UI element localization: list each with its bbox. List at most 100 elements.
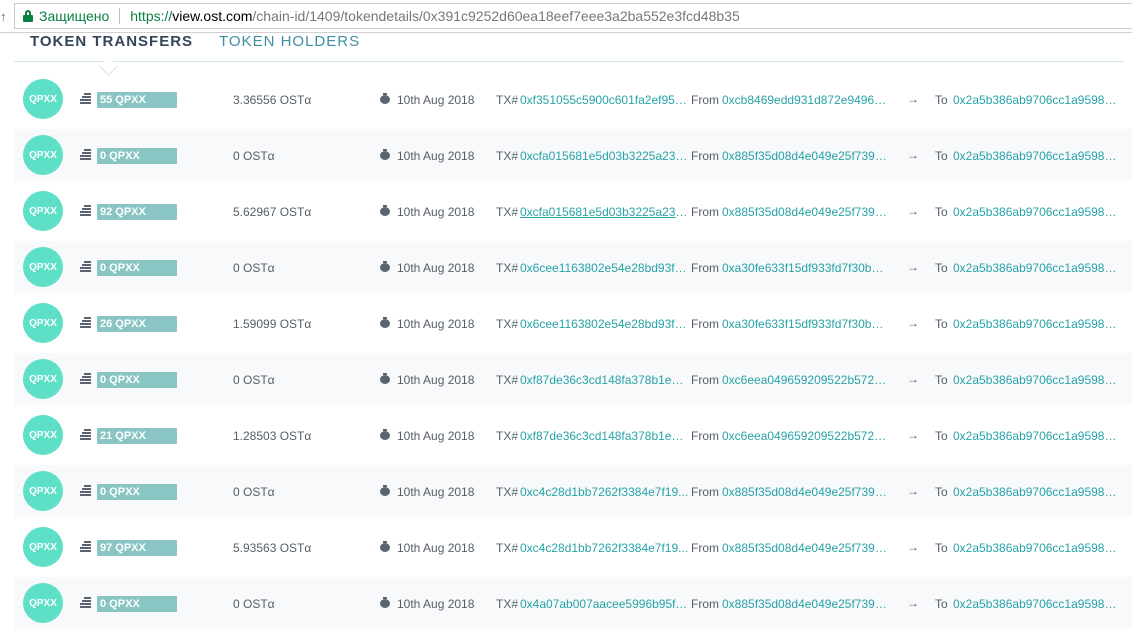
tx-hash-link[interactable]: 0xf351055c5900c601fa2ef955...: [520, 93, 690, 107]
ost-amount: 1.59099 OSTα: [233, 317, 312, 331]
to-label: To: [935, 597, 948, 611]
tx-hash-link[interactable]: 0x6cee1163802e54e28bd93f4...: [520, 261, 690, 275]
token-avatar: QPXX: [23, 191, 63, 231]
tx-label: TX#: [496, 373, 519, 387]
transfer-date: 10th Aug 2018: [397, 485, 475, 499]
token-avatar: QPXX: [23, 303, 63, 343]
ost-amount: 0 OSTα: [233, 485, 275, 499]
to-label: To: [935, 261, 948, 275]
right-arrow-icon: →: [907, 148, 919, 162]
ost-amount: 5.62967 OSTα: [233, 205, 312, 219]
from-address-link[interactable]: 0x885f35d08d4e049e25f7390...: [722, 149, 890, 163]
block-stack-icon: [80, 205, 91, 217]
tx-hash-link[interactable]: 0x6cee1163802e54e28bd93f4...: [520, 317, 690, 331]
tab-token-transfers[interactable]: TOKEN TRANSFERS: [30, 33, 193, 50]
to-address-link[interactable]: 0x2a5b386ab9706cc1a9598ea...: [953, 93, 1121, 107]
from-label: From: [691, 485, 719, 499]
from-address-link[interactable]: 0x885f35d08d4e049e25f7390...: [722, 485, 890, 499]
to-label: To: [935, 149, 948, 163]
ost-amount: 0 OSTα: [233, 149, 275, 163]
transfer-date: 10th Aug 2018: [397, 93, 475, 107]
tab-token-holders[interactable]: TOKEN HOLDERS: [219, 33, 360, 50]
to-address-link[interactable]: 0x2a5b386ab9706cc1a9598ea...: [953, 317, 1121, 331]
right-arrow-icon: →: [907, 596, 919, 610]
back-arrow-icon[interactable]: ↑: [0, 0, 12, 32]
from-address-link[interactable]: 0xc6eea049659209522b572ad...: [722, 373, 890, 387]
block-stack-icon: [80, 429, 91, 441]
from-address-link[interactable]: 0x885f35d08d4e049e25f7390...: [722, 541, 890, 555]
from-address-link[interactable]: 0xcb8469edd931d872e94969...: [722, 93, 890, 107]
tx-hash-link[interactable]: 0xc4c28d1bb7262f3384e7f19...: [520, 541, 690, 555]
from-address-link[interactable]: 0xa30fe633f15df933fd7f30bac...: [722, 261, 890, 275]
token-amount-badge: 21 QPXX: [97, 428, 177, 444]
token-amount-badge: 0 QPXX: [97, 260, 177, 276]
from-address-link[interactable]: 0x885f35d08d4e049e25f7390...: [722, 597, 890, 611]
ost-amount: 3.36556 OSTα: [233, 93, 312, 107]
token-avatar: QPXX: [23, 583, 63, 623]
to-address-link[interactable]: 0x2a5b386ab9706cc1a9598ea...: [953, 149, 1121, 163]
transfer-row: QPXX 55 QPXX 3.36556 OSTα 10th Aug 2018 TX# 0…: [14, 73, 1132, 125]
transfer-date: 10th Aug 2018: [397, 149, 475, 163]
token-amount-badge: 97 QPXX: [97, 540, 177, 556]
token-avatar: QPXX: [23, 247, 63, 287]
tx-label: TX#: [496, 541, 519, 555]
to-address-link[interactable]: 0x2a5b386ab9706cc1a9598ea...: [953, 205, 1121, 219]
token-amount-badge: 55 QPXX: [97, 92, 177, 108]
from-address-link[interactable]: 0xa30fe633f15df933fd7f30bac...: [722, 317, 890, 331]
transfer-row: QPXX 0 QPXX 0 OSTα 10th Aug 2018 TX# 0x6cee11…: [14, 241, 1132, 293]
transfer-date: 10th Aug 2018: [397, 597, 475, 611]
from-address-link[interactable]: 0x885f35d08d4e049e25f7390...: [722, 205, 890, 219]
transfer-row: QPXX 0 QPXX 0 OSTα 10th Aug 2018 TX# 0x4a07ab…: [14, 577, 1132, 629]
tx-hash-link[interactable]: 0xf87de36c3cd148fa378b1eaa...: [520, 373, 690, 387]
from-label: From: [691, 541, 719, 555]
token-amount-badge: 92 QPXX: [97, 204, 177, 220]
from-address-link[interactable]: 0xc6eea049659209522b572ad...: [722, 429, 890, 443]
token-amount-badge: 0 QPXX: [97, 372, 177, 388]
transfer-date: 10th Aug 2018: [397, 373, 475, 387]
stopwatch-icon: [380, 205, 390, 216]
block-stack-icon: [80, 261, 91, 273]
to-address-link[interactable]: 0x2a5b386ab9706cc1a9598ea...: [953, 485, 1121, 499]
stopwatch-icon: [380, 261, 390, 272]
tx-hash-link[interactable]: 0xcfa015681e5d03b3225a23ef...: [520, 149, 690, 163]
to-address-link[interactable]: 0x2a5b386ab9706cc1a9598ea...: [953, 429, 1121, 443]
transfer-row: QPXX 0 QPXX 0 OSTα 10th Aug 2018 TX# 0xcfa015…: [14, 129, 1132, 181]
block-stack-icon: [80, 541, 91, 553]
stopwatch-icon: [380, 597, 390, 608]
block-stack-icon: [80, 597, 91, 609]
right-arrow-icon: →: [907, 204, 919, 218]
transfer-date: 10th Aug 2018: [397, 317, 475, 331]
token-avatar: QPXX: [23, 359, 63, 399]
secure-label: Защищено: [39, 8, 110, 24]
token-avatar: QPXX: [23, 79, 63, 119]
transfer-row: QPXX 0 QPXX 0 OSTα 10th Aug 2018 TX# 0xf87de3…: [14, 353, 1132, 405]
block-stack-icon: [80, 93, 91, 105]
right-arrow-icon: →: [907, 92, 919, 106]
to-label: To: [935, 205, 948, 219]
block-stack-icon: [80, 149, 91, 161]
tx-hash-link[interactable]: 0xc4c28d1bb7262f3384e7f19...: [520, 485, 690, 499]
ost-amount: 0 OSTα: [233, 373, 275, 387]
tx-hash-link[interactable]: 0x4a07ab007aacee5996b95ff6...: [520, 597, 690, 611]
token-avatar: QPXX: [23, 527, 63, 567]
to-address-link[interactable]: 0x2a5b386ab9706cc1a9598ea...: [953, 261, 1121, 275]
token-amount-badge: 0 QPXX: [97, 596, 177, 612]
tx-label: TX#: [496, 597, 519, 611]
token-amount-badge: 0 QPXX: [97, 148, 177, 164]
ost-amount: 1.28503 OSTα: [233, 429, 312, 443]
ost-amount: 0 OSTα: [233, 597, 275, 611]
url-field[interactable]: Защищено https://view.ost.com/chain-id/1…: [14, 3, 1132, 29]
tx-hash-link[interactable]: 0xf87de36c3cd148fa378b1eaa...: [520, 429, 690, 443]
tab-bar: TOKEN TRANSFERS TOKEN HOLDERS: [14, 32, 1124, 76]
from-label: From: [691, 93, 719, 107]
tx-hash-link[interactable]: 0xcfa015681e5d03b3225a23ef...: [520, 205, 690, 219]
url-separator: [119, 8, 121, 24]
right-arrow-icon: →: [907, 428, 919, 442]
lock-icon: [23, 10, 33, 22]
to-address-link[interactable]: 0x2a5b386ab9706cc1a9598ea...: [953, 541, 1121, 555]
to-label: To: [935, 541, 948, 555]
transfer-row: QPXX 21 QPXX 1.28503 OSTα 10th Aug 2018 TX# 0…: [14, 409, 1132, 461]
stopwatch-icon: [380, 485, 390, 496]
to-address-link[interactable]: 0x2a5b386ab9706cc1a9598ea...: [953, 373, 1121, 387]
to-address-link[interactable]: 0x2a5b386ab9706cc1a9598ea...: [953, 597, 1121, 611]
